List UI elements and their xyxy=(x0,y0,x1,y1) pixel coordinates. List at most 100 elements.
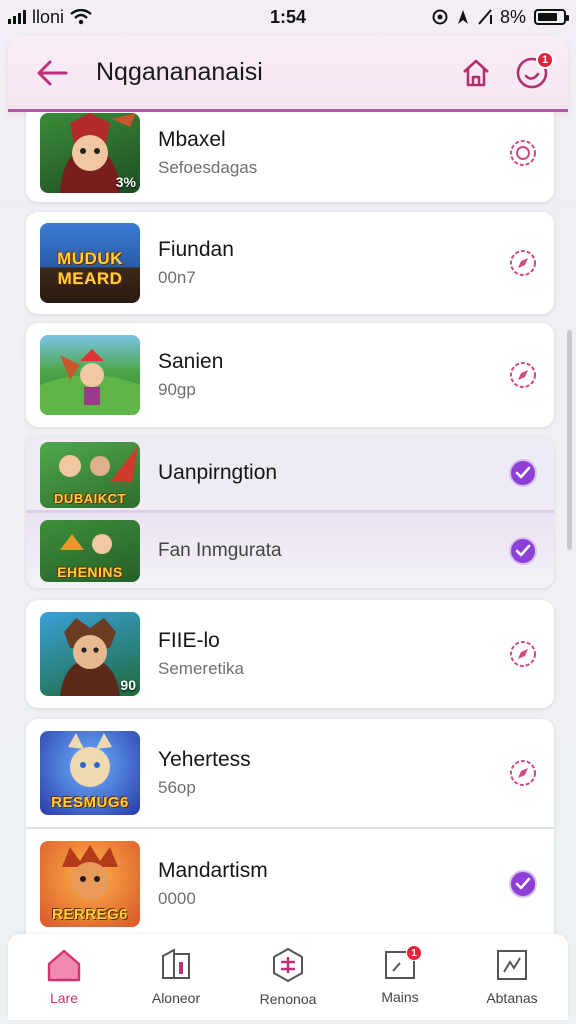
no-signal-icon xyxy=(478,9,492,25)
bottom-nav: Lare Aloneor Renonoa 1 Mains Abtanas xyxy=(8,934,568,1020)
item-title: Fiundan xyxy=(158,238,234,261)
arrow-left-icon xyxy=(37,60,68,85)
item-texts: Uanpirngtion xyxy=(158,461,508,485)
thumbnail-tag: 3% xyxy=(115,174,136,190)
game-thumbnail: RESMUG6 xyxy=(40,731,140,815)
compass-outline-icon xyxy=(510,760,536,786)
battery-icon xyxy=(534,9,569,25)
game-thumbnail: DUBAIKCT xyxy=(40,442,140,508)
list-item[interactable]: RERREG6 Mandartism 0000 xyxy=(26,828,554,934)
activity-icon xyxy=(497,950,527,980)
item-subtitle: 56op xyxy=(158,778,196,797)
nav-add[interactable]: Renonoa xyxy=(238,947,338,1007)
list-item[interactable]: DUBAIKCT Uanpirngtion xyxy=(26,436,554,510)
thumbnail-tag: 90 xyxy=(120,677,136,693)
item-subtitle: Sefoesdagas xyxy=(158,158,258,177)
selected-check[interactable] xyxy=(508,869,538,899)
item-title: Sanien xyxy=(158,350,224,373)
back-button[interactable] xyxy=(22,43,82,103)
location-icon xyxy=(457,10,468,24)
item-title: Yehertess xyxy=(158,748,251,771)
compass-outline-icon xyxy=(510,362,536,388)
game-thumbnail xyxy=(40,335,140,415)
game-list[interactable]: 3% Mbaxel Sefoesdagas MUDUK MEARD Fiunda… xyxy=(0,112,576,934)
thumbnail-banner: RESMUG6 xyxy=(51,794,129,811)
compass-outline-icon xyxy=(510,641,536,667)
game-thumbnail: 90 xyxy=(40,612,140,696)
notification-badge: 1 xyxy=(536,50,554,69)
home-icon xyxy=(463,59,489,86)
item-title: Uanpirngtion xyxy=(158,461,278,484)
list-item[interactable]: 3% Mbaxel Sefoesdagas xyxy=(26,112,554,202)
item-texts: Mbaxel Sefoesdagas xyxy=(158,128,508,178)
item-subtitle: 00n7 xyxy=(158,268,196,287)
thumbnail-banner: EHENINS xyxy=(57,563,123,580)
list-item[interactable]: Sanien 90gp xyxy=(26,323,554,427)
game-thumbnail: RERREG6 xyxy=(40,840,140,927)
item-subtitle: Semeretika xyxy=(158,659,244,678)
nav-home[interactable]: Lare xyxy=(14,948,114,1006)
home-icon xyxy=(47,949,81,982)
library-icon xyxy=(162,948,190,979)
item-texts: FIIE-lo Semeretika xyxy=(158,629,508,679)
list-item[interactable]: RESMUG6 Yehertess 56op xyxy=(26,719,554,827)
nav-label: Renonoa xyxy=(259,991,317,1007)
carrier-label: lloni xyxy=(32,6,65,27)
item-texts: Yehertess 56op xyxy=(158,748,508,798)
alarm-icon xyxy=(432,9,448,25)
home-button[interactable] xyxy=(448,45,504,101)
signal-icon xyxy=(8,10,26,24)
selected-group: DUBAIKCT Uanpirngtion EHENINS Fan Inmgur… xyxy=(26,436,554,588)
item-title: Mbaxel xyxy=(158,128,226,151)
thumbnail-banner: MUDUK MEARD xyxy=(57,249,123,288)
item-subtitle: 0000 xyxy=(158,888,196,908)
wifi-icon xyxy=(70,9,92,25)
item-title: Mandartism xyxy=(158,858,268,882)
item-texts: Mandartism 0000 xyxy=(158,859,508,909)
page-title: Nqganananaisi xyxy=(96,58,263,86)
nav-label: Aloneor xyxy=(151,990,201,1006)
item-title: FIIE-lo xyxy=(158,629,220,652)
selected-check[interactable] xyxy=(508,536,538,566)
status-time: 1:54 xyxy=(269,6,307,27)
list-item[interactable]: MUDUK MEARD Fiundan 00n7 xyxy=(26,212,554,314)
check-circle-icon xyxy=(509,869,537,898)
app-bar: Nqganananaisi 1 xyxy=(8,36,568,112)
add-hex-icon xyxy=(273,947,303,983)
selected-check[interactable] xyxy=(508,458,538,488)
scrollbar-thumb[interactable] xyxy=(567,330,572,550)
select-toggle[interactable] xyxy=(508,138,538,168)
game-thumbnail: EHENINS xyxy=(40,519,140,582)
item-texts: Fiundan 00n7 xyxy=(158,238,508,288)
nav-inbox[interactable]: 1 Mains xyxy=(350,945,450,1005)
item-title: Fan Inmgurata xyxy=(158,539,282,561)
gear-outline-icon xyxy=(510,140,536,166)
item-subtitle: 90gp xyxy=(158,380,196,399)
battery-percent: 8% xyxy=(499,6,526,27)
select-toggle[interactable] xyxy=(508,758,538,788)
nav-badge: 1 xyxy=(406,945,422,961)
list-item[interactable]: 90 FIIE-lo Semeretika xyxy=(26,600,554,708)
nav-library[interactable]: Aloneor xyxy=(126,948,226,1006)
status-bar: lloni 1:54 8% xyxy=(0,0,576,34)
nav-activity[interactable]: Abtanas xyxy=(462,948,562,1006)
list-item[interactable]: EHENINS Fan Inmgurata xyxy=(26,510,554,588)
nav-label: Lare xyxy=(49,990,79,1006)
select-toggle[interactable] xyxy=(508,360,538,390)
status-right: 8% xyxy=(432,6,569,28)
thumbnail-banner: DUBAIKCT xyxy=(54,491,126,506)
game-thumbnail: MUDUK MEARD xyxy=(40,223,140,303)
game-thumbnail: 3% xyxy=(40,113,140,193)
thumbnail-banner: RERREG6 xyxy=(51,905,129,923)
check-circle-icon xyxy=(509,459,537,487)
compass-outline-icon xyxy=(510,250,536,276)
item-texts: Fan Inmgurata xyxy=(158,540,508,562)
check-circle-icon xyxy=(509,536,537,565)
nav-label: Abtanas xyxy=(486,990,538,1006)
status-left: lloni xyxy=(8,7,92,28)
select-toggle[interactable] xyxy=(508,639,538,669)
notifications-button[interactable]: 1 xyxy=(504,45,560,101)
nav-label: Mains xyxy=(381,989,419,1005)
select-toggle[interactable] xyxy=(508,248,538,278)
item-texts: Sanien 90gp xyxy=(158,350,508,400)
